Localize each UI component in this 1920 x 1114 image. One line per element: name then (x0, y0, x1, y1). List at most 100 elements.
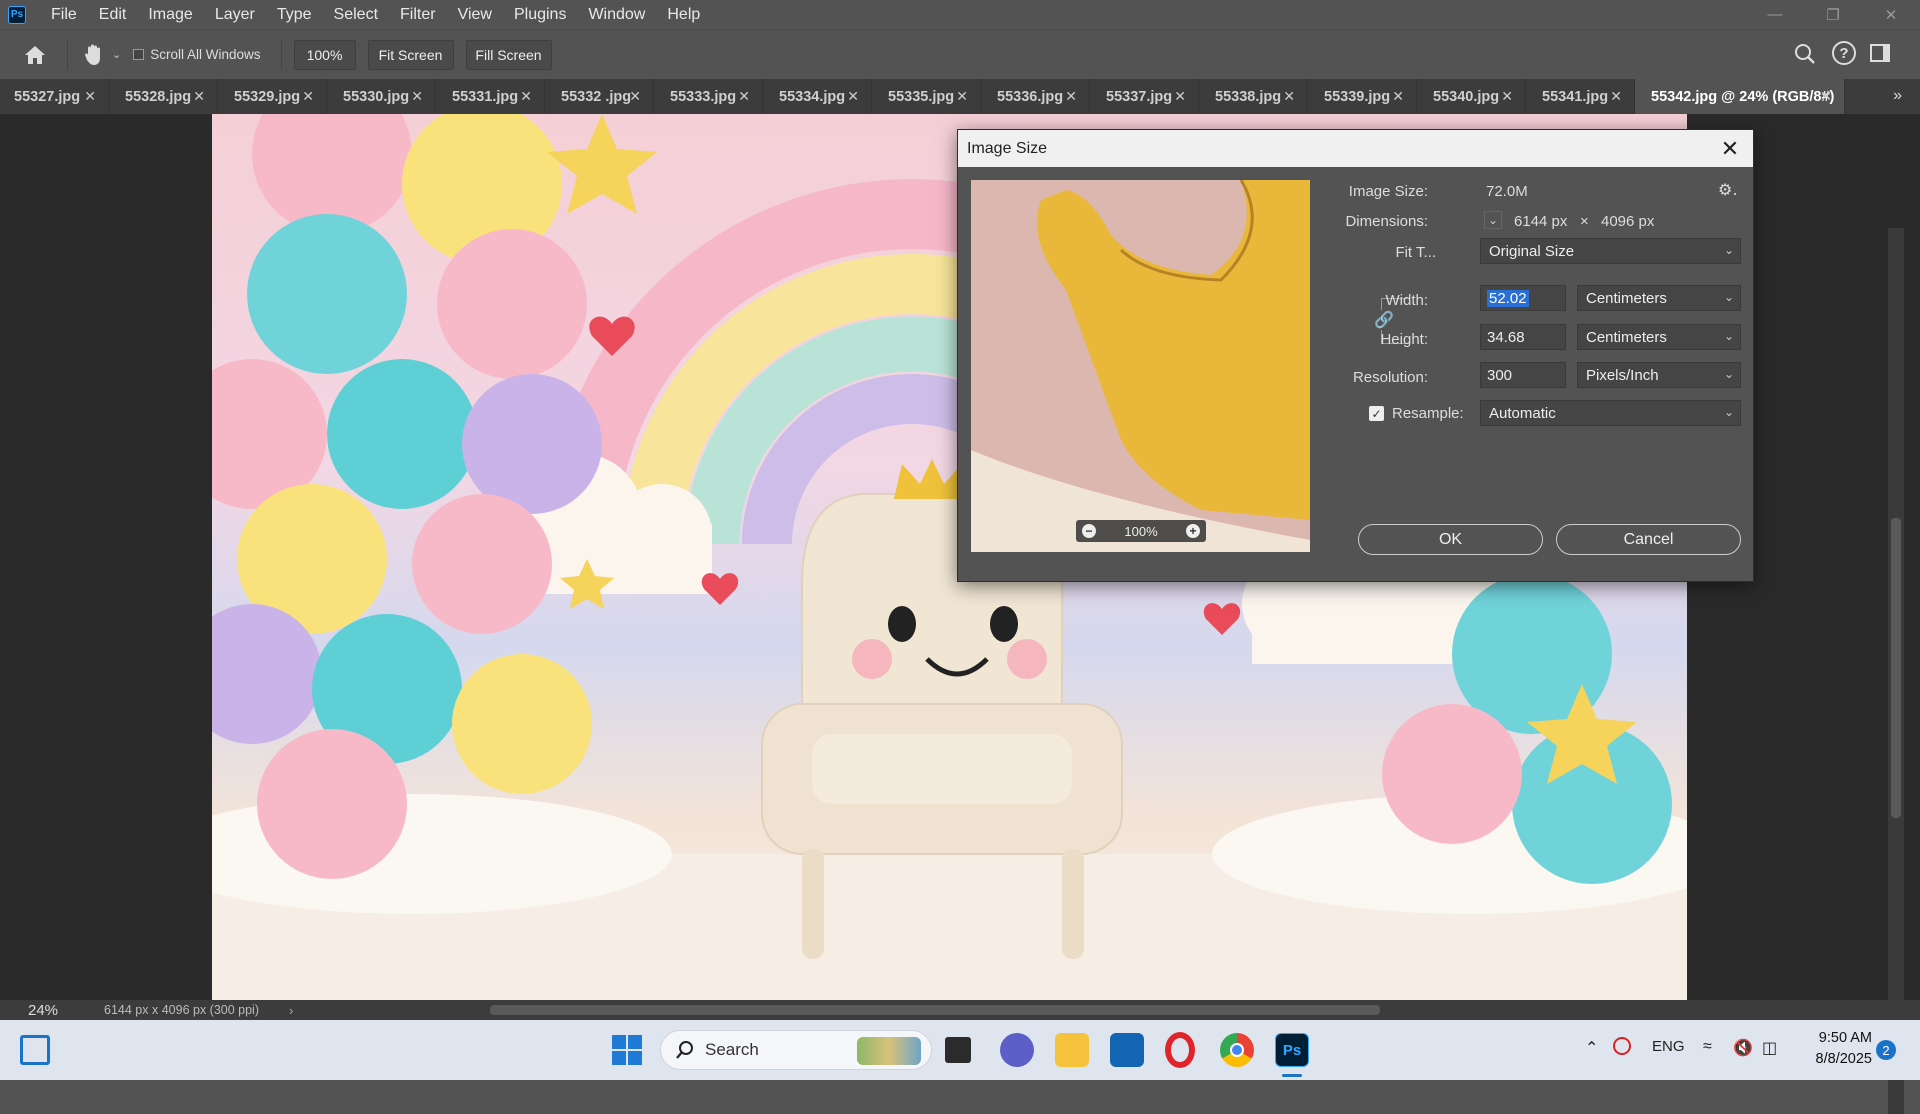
clock-date[interactable]: 8/8/2025 (1804, 1051, 1872, 1067)
menu-file[interactable]: File (40, 0, 88, 29)
resample-checkbox[interactable]: ✓ (1369, 406, 1384, 421)
menu-help[interactable]: Help (656, 0, 711, 29)
help-icon[interactable]: ? (1832, 41, 1856, 65)
horizontal-scrollbar[interactable] (320, 1004, 1880, 1016)
hand-tool-icon[interactable] (80, 43, 108, 67)
workspace-icon[interactable] (1870, 44, 1890, 62)
close-tab-icon[interactable]: ✕ (956, 88, 968, 105)
menu-view[interactable]: View (447, 0, 503, 29)
document-info[interactable]: 6144 px x 4096 px (300 ppi) (104, 1003, 259, 1017)
resolution-input[interactable]: 300 (1480, 362, 1566, 388)
width-unit-select[interactable]: Centimeters ⌄ (1577, 285, 1741, 311)
minimize-icon[interactable]: — (1746, 0, 1804, 29)
fit-to-select[interactable]: Original Size ⌄ (1480, 238, 1741, 264)
close-icon[interactable]: ✕ (1717, 136, 1743, 162)
wifi-icon[interactable]: ≈ (1703, 1038, 1712, 1056)
cancel-button[interactable]: Cancel (1556, 524, 1741, 555)
close-tab-icon[interactable]: ✕ (302, 88, 314, 105)
scroll-thumb[interactable] (1891, 518, 1901, 818)
scroll-thumb[interactable] (490, 1005, 1380, 1015)
vpn-icon[interactable] (1613, 1037, 1631, 1055)
fill-screen-button[interactable]: Fill Screen (465, 39, 552, 70)
tab-55333[interactable]: 55333.jpg ✕ (654, 79, 763, 114)
zoom-level[interactable]: 24% (28, 1002, 58, 1019)
clock-time[interactable]: 9:50 AM (1810, 1030, 1872, 1046)
close-tab-icon[interactable]: ✕ (1392, 88, 1404, 105)
dimensions-dropdown-icon[interactable]: ⌄ (1484, 211, 1502, 229)
restore-icon[interactable]: ❐ (1804, 0, 1862, 29)
zoom-100-button[interactable]: 100% (293, 39, 356, 70)
tab-55328[interactable]: 55328.jpg ✕ (109, 79, 218, 114)
tab-55340[interactable]: 55340.jpg ✕ (1417, 79, 1526, 114)
zoom-in-icon[interactable]: + (1186, 524, 1200, 538)
opera-icon[interactable] (1165, 1032, 1195, 1068)
close-tab-icon[interactable]: ✕ (1065, 88, 1077, 105)
ok-button[interactable]: OK (1358, 524, 1543, 555)
close-tab-icon[interactable]: ✕ (738, 88, 750, 105)
close-tab-icon[interactable]: ✕ (629, 88, 641, 105)
search-icon[interactable] (1793, 42, 1817, 70)
width-input[interactable]: 52.02 (1480, 285, 1566, 311)
close-tab-icon[interactable]: ✕ (411, 88, 423, 105)
fit-screen-button[interactable]: Fit Screen (367, 39, 454, 70)
menu-type[interactable]: Type (266, 0, 323, 29)
close-tab-icon[interactable]: ✕ (193, 88, 205, 105)
close-tab-icon[interactable]: ✕ (1610, 88, 1622, 105)
microsoft-store-icon[interactable] (1110, 1033, 1144, 1067)
widgets-icon[interactable] (20, 1035, 50, 1065)
resample-select[interactable]: Automatic ⌄ (1480, 400, 1741, 426)
tab-55330[interactable]: 55330.jpg ✕ (327, 79, 436, 114)
tab-55339[interactable]: 55339.jpg ✕ (1308, 79, 1417, 114)
image-preview[interactable]: − 100% + (971, 180, 1310, 552)
tab-55335[interactable]: 55335.jpg ✕ (872, 79, 981, 114)
close-tab-icon[interactable]: ✕ (84, 88, 96, 105)
settings-gear-icon[interactable]: ⚙․ (1718, 180, 1738, 200)
language-indicator[interactable]: ENG (1652, 1038, 1685, 1055)
menu-filter[interactable]: Filter (389, 0, 447, 29)
volume-muted-icon[interactable]: 🔇 (1733, 1038, 1753, 1058)
tool-preset-chevron-icon[interactable]: ⌄ (112, 48, 121, 61)
tray-overflow-icon[interactable]: ⌃ (1585, 1038, 1598, 1058)
tab-55338[interactable]: 55338.jpg ✕ (1199, 79, 1308, 114)
photoshop-taskbar-icon[interactable]: Ps (1275, 1033, 1309, 1067)
close-tab-icon[interactable]: ✕ (1820, 88, 1832, 105)
task-view-icon[interactable] (945, 1037, 971, 1063)
teams-chat-icon[interactable] (1000, 1033, 1034, 1067)
close-tab-icon[interactable]: ✕ (520, 88, 532, 105)
tab-55337[interactable]: 55337.jpg ✕ (1090, 79, 1199, 114)
tab-55341[interactable]: 55341.jpg ✕ (1526, 79, 1635, 114)
tab-55336[interactable]: 55336.jpg ✕ (981, 79, 1090, 114)
home-icon[interactable] (15, 44, 55, 66)
battery-icon[interactable]: ◫ (1762, 1038, 1777, 1058)
notification-badge[interactable]: 2 (1876, 1040, 1896, 1060)
menu-select[interactable]: Select (323, 0, 389, 29)
tab-55332[interactable]: 55332 .jpg ✕ (545, 79, 654, 114)
close-tab-icon[interactable]: ✕ (847, 88, 859, 105)
file-explorer-icon[interactable] (1055, 1033, 1089, 1067)
menu-layer[interactable]: Layer (204, 0, 266, 29)
tab-55342-active[interactable]: 55342.jpg @ 24% (RGB/8#) ✕ (1635, 79, 1845, 114)
tab-55331[interactable]: 55331.jpg ✕ (436, 79, 545, 114)
tab-55327[interactable]: 55327.jpg ✕ (0, 79, 109, 114)
tabs-overflow-icon[interactable]: » (1893, 87, 1902, 105)
taskbar-search[interactable]: Search (660, 1030, 932, 1070)
close-tab-icon[interactable]: ✕ (1283, 88, 1295, 105)
start-icon[interactable] (612, 1035, 642, 1065)
chrome-icon[interactable] (1220, 1033, 1254, 1067)
resolution-unit-select[interactable]: Pixels/Inch ⌄ (1577, 362, 1741, 388)
height-unit-select[interactable]: Centimeters ⌄ (1577, 324, 1741, 350)
close-window-icon[interactable]: ✕ (1862, 0, 1920, 29)
status-expand-icon[interactable]: › (289, 1003, 293, 1018)
dialog-titlebar[interactable]: Image Size ✕ (958, 130, 1753, 167)
tab-55334[interactable]: 55334.jpg ✕ (763, 79, 872, 114)
menu-plugins[interactable]: Plugins (503, 0, 577, 29)
menu-window[interactable]: Window (577, 0, 656, 29)
menu-edit[interactable]: Edit (88, 0, 138, 29)
tab-55329[interactable]: 55329.jpg ✕ (218, 79, 327, 114)
scroll-all-windows-checkbox[interactable] (133, 49, 145, 60)
vertical-scrollbar[interactable] (1888, 228, 1904, 1114)
menu-image[interactable]: Image (137, 0, 203, 29)
close-tab-icon[interactable]: ✕ (1501, 88, 1513, 105)
height-input[interactable]: 34.68 (1480, 324, 1566, 350)
zoom-out-icon[interactable]: − (1082, 524, 1096, 538)
